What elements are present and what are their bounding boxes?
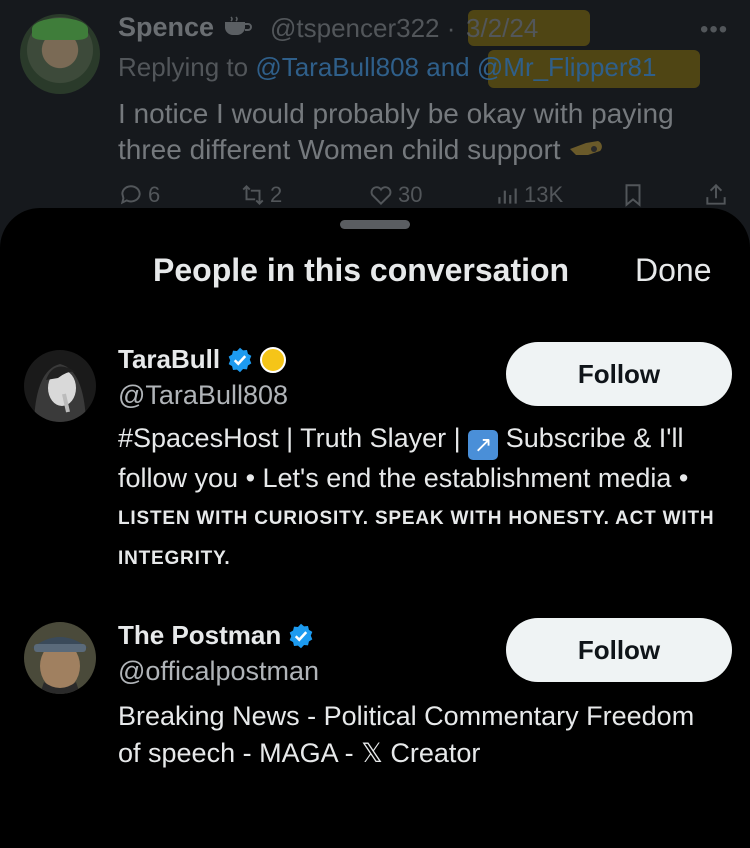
person-handle: @officalpostman [118, 656, 320, 686]
coffee-icon [225, 16, 252, 36]
share-button[interactable] [703, 182, 729, 208]
person-bio: #SpacesHost | Truth Slayer | ↗ Subscribe… [118, 423, 715, 569]
tweet-author-name[interactable]: Spence [118, 12, 214, 43]
reply-button[interactable]: 6 [118, 182, 160, 208]
people-in-conversation-sheet: People in this conversation Done TaraBul… [0, 208, 750, 848]
person-bio: Breaking News - Political Commentary Fre… [118, 701, 695, 769]
views-icon [498, 188, 517, 204]
views-button[interactable]: 13K [494, 182, 563, 208]
repost-button[interactable]: 2 [240, 182, 282, 208]
tweet-date[interactable]: 3/2/24 [466, 13, 538, 44]
repost-icon [242, 184, 264, 206]
follow-button[interactable]: Follow [506, 618, 732, 682]
person-handle: @TaraBull808 [118, 380, 289, 410]
verified-badge-icon [287, 622, 315, 650]
reply-icon [120, 185, 141, 205]
person-name-row: The Postman [118, 620, 315, 651]
mention-link[interactable]: @Mr_Flipper81 [477, 52, 657, 82]
bookmark-icon [625, 184, 641, 207]
sheet-drag-handle[interactable] [340, 220, 410, 229]
tweet-author-handle[interactable]: @tspencer322 · [270, 13, 455, 44]
more-icon[interactable]: ••• [700, 16, 728, 44]
avatar[interactable] [20, 14, 100, 94]
person-name-row: TaraBull [118, 344, 287, 375]
background-tweet: Spence @tspencer322 · 3/2/24 ••• Replyin… [0, 0, 750, 240]
like-button[interactable]: 30 [368, 182, 422, 208]
done-button[interactable]: Done [635, 252, 712, 289]
bookmark-button[interactable] [620, 182, 646, 208]
up-right-arrow-icon: ↗ [468, 430, 499, 460]
x-logo-icon: 𝕏 [361, 738, 383, 769]
person-name[interactable]: TaraBull [118, 344, 220, 375]
affiliate-badge-icon [260, 346, 287, 373]
mention-link[interactable]: @TaraBull808 [255, 52, 419, 82]
saluting-hand-icon [570, 141, 603, 155]
replying-to-line: Replying to @TaraBull808 and @Mr_Flipper… [118, 52, 657, 82]
heart-icon [370, 186, 392, 206]
share-icon [706, 183, 726, 205]
avatar[interactable] [24, 622, 96, 694]
verified-badge-icon [226, 346, 254, 374]
follow-button[interactable]: Follow [506, 342, 732, 406]
person-name[interactable]: The Postman [118, 620, 281, 651]
tweet-text: I notice I would probably be okay with p… [118, 98, 674, 165]
sheet-title: People in this conversation [153, 252, 570, 288]
avatar[interactable] [24, 350, 96, 422]
